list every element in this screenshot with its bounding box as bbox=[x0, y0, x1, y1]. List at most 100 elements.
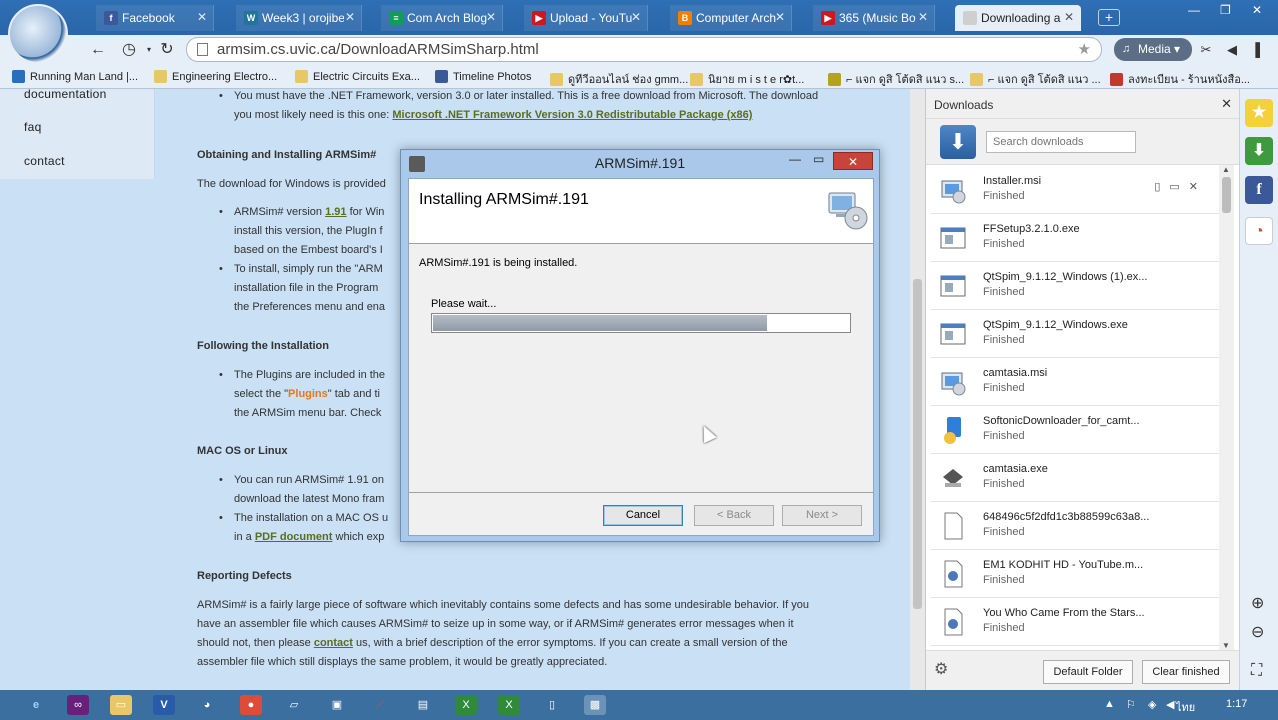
visio-icon[interactable]: V bbox=[153, 695, 175, 715]
tab-close-icon[interactable]: ✕ bbox=[1064, 10, 1074, 24]
zoom-out-icon[interactable]: ⊖ bbox=[1251, 622, 1264, 642]
pdf-document-link[interactable]: PDF document bbox=[255, 531, 333, 543]
clear-finished-button[interactable]: Clear finished bbox=[1142, 660, 1230, 684]
search-downloads-input[interactable] bbox=[986, 131, 1136, 153]
folder-icon[interactable]: ▱ bbox=[283, 695, 305, 715]
download-filename[interactable]: EM1 KODHIT HD - YouTube.m... bbox=[983, 559, 1153, 571]
internet-explorer-icon[interactable]: e bbox=[25, 695, 47, 715]
downloads-scrollbar[interactable]: ▲ ▼ bbox=[1219, 165, 1234, 650]
bookmark-item[interactable]: ⌐ แจก ดูสิ โต้ดสิ แนว s... bbox=[828, 70, 964, 88]
reload-button[interactable]: ↻ bbox=[156, 39, 178, 61]
downloads-close-button[interactable]: ✕ bbox=[1221, 96, 1232, 112]
download-item[interactable]: EM1 KODHIT HD - YouTube.m... Finished bbox=[931, 550, 1219, 598]
download-item[interactable]: You Who Came From the Stars... Finished bbox=[931, 598, 1219, 646]
tab-close-icon[interactable]: ✕ bbox=[918, 10, 928, 24]
bookmark-item[interactable]: ⌐ แจก ดูสิ โต้ดสิ แนว ... bbox=[970, 70, 1101, 88]
downloads-sidebar-icon[interactable]: ⬇ bbox=[1245, 137, 1273, 165]
download-filename[interactable]: camtasia.msi bbox=[983, 367, 1153, 379]
tab-close-icon[interactable]: ✕ bbox=[631, 10, 641, 24]
scroll-up-icon[interactable]: ▲ bbox=[1222, 165, 1230, 174]
download-filename[interactable]: Installer.msi bbox=[983, 175, 1153, 187]
browser-logo-icon[interactable] bbox=[8, 4, 68, 64]
history-button[interactable]: ◷ bbox=[118, 39, 140, 61]
notepad-icon[interactable]: ▯ bbox=[541, 695, 563, 715]
volume-icon[interactable]: ◀ bbox=[1224, 42, 1240, 58]
tray-flag-icon[interactable]: ⚐ bbox=[1126, 698, 1136, 711]
nav-link-faq[interactable]: faq bbox=[24, 120, 42, 134]
bookmark-item[interactable]: Timeline Photos bbox=[435, 70, 531, 83]
download-item[interactable]: camtasia.exe Finished bbox=[931, 454, 1219, 502]
nav-link-contact[interactable]: contact bbox=[24, 154, 65, 168]
fullscreen-icon[interactable]: ⛶ bbox=[1251, 662, 1262, 680]
download-filename[interactable]: You Who Came From the Stars... bbox=[983, 607, 1153, 619]
download-item[interactable]: camtasia.msi Finished bbox=[931, 358, 1219, 406]
minimize-window-button[interactable]: — bbox=[1188, 3, 1200, 17]
favorites-star-icon[interactable]: ★ bbox=[1245, 99, 1273, 127]
bookmark-item[interactable]: ดูทีวีออนไลน์ ช่อง gmm... bbox=[550, 70, 688, 88]
tab[interactable]: B Computer Arch ✕ bbox=[670, 5, 792, 31]
next-button[interactable]: Next > bbox=[782, 505, 862, 526]
contact-link[interactable]: contact bbox=[314, 637, 353, 649]
bookmark-star-icon[interactable]: ★ bbox=[1078, 38, 1091, 61]
open-folder-icon[interactable]: ▭ bbox=[1169, 181, 1188, 193]
dialog-minimize-button[interactable]: — bbox=[789, 152, 801, 166]
dotnet-download-link[interactable]: Microsoft .NET Framework Version 3.0 Red… bbox=[392, 109, 752, 121]
visual-studio-icon[interactable]: ∞ bbox=[67, 695, 89, 715]
maximize-window-button[interactable]: ❐ bbox=[1220, 3, 1231, 17]
tab[interactable]: f Facebook ✕ bbox=[96, 5, 214, 31]
download-filename[interactable]: QtSpim_9.1.12_Windows (1).ex... bbox=[983, 271, 1153, 283]
tab[interactable]: W Week3 | orojibe ✕ bbox=[236, 5, 362, 31]
page-scrollbar[interactable] bbox=[910, 89, 925, 690]
page-scrollbar-thumb[interactable] bbox=[913, 279, 922, 609]
download-item[interactable]: FFSetup3.2.1.0.exe Finished bbox=[931, 214, 1219, 262]
open-file-icon[interactable]: ▯ bbox=[1154, 181, 1169, 193]
address-bar[interactable]: armsim.cs.uvic.ca/DownloadARMSimSharp.ht… bbox=[186, 37, 1102, 62]
tab[interactable]: ▶ 365 (Music Bo ✕ bbox=[813, 5, 935, 31]
installer-taskbar-icon[interactable]: ▩ bbox=[584, 695, 606, 715]
download-filename[interactable]: SoftonicDownloader_for_camt... bbox=[983, 415, 1153, 427]
scroll-down-icon[interactable]: ▼ bbox=[1222, 641, 1230, 650]
facebook-icon[interactable]: f bbox=[1245, 176, 1273, 204]
close-window-button[interactable]: ✕ bbox=[1252, 3, 1262, 17]
excel-icon-2[interactable]: X bbox=[498, 695, 520, 715]
gear-icon[interactable]: ⚙ bbox=[934, 659, 948, 679]
browser-taskbar-icon[interactable]: ◕ bbox=[196, 695, 218, 715]
tray-clock[interactable]: 1:17 bbox=[1226, 698, 1247, 710]
download-filename[interactable]: 648496c5f2dfd1c3b88599c63a8... bbox=[983, 511, 1153, 523]
tab-close-icon[interactable]: ✕ bbox=[345, 10, 355, 24]
downloads-scrollbar-thumb[interactable] bbox=[1222, 177, 1231, 213]
excel-icon[interactable]: X bbox=[455, 695, 477, 715]
tab[interactable]: ≡ Com Arch Blog ✕ bbox=[381, 5, 503, 31]
dialog-maximize-button[interactable]: ▭ bbox=[813, 152, 824, 166]
armsim-version-link[interactable]: 1.91 bbox=[325, 206, 346, 218]
bookmark-item[interactable]: นิยาย m i s t e r✿t... bbox=[690, 70, 804, 88]
download-item[interactable]: QtSpim_9.1.12_Windows (1).ex... Finished bbox=[931, 262, 1219, 310]
download-filename[interactable]: QtSpim_9.1.12_Windows.exe bbox=[983, 319, 1153, 331]
tray-arrow-icon[interactable]: ▲ bbox=[1104, 698, 1115, 710]
back-button-dialog[interactable]: < Back bbox=[694, 505, 774, 526]
menu-icon[interactable]: ▌ bbox=[1252, 42, 1268, 58]
app-icon-1[interactable]: ▣ bbox=[326, 695, 348, 715]
app-icon-2[interactable]: ⟋ bbox=[369, 695, 391, 715]
tray-volume-icon[interactable]: ◀ bbox=[1166, 698, 1174, 711]
bookmark-item[interactable]: Engineering Electro... bbox=[154, 70, 277, 83]
dialog-close-button[interactable]: ✕ bbox=[833, 152, 873, 170]
cancel-button[interactable]: Cancel bbox=[603, 505, 683, 526]
download-item[interactable]: 648496c5f2dfd1c3b88599c63a8... Finished bbox=[931, 502, 1219, 550]
tab-close-icon[interactable]: ✕ bbox=[197, 10, 207, 24]
remove-download-icon[interactable]: ✕ bbox=[1189, 181, 1207, 193]
tab-close-icon[interactable]: ✕ bbox=[486, 10, 496, 24]
bookmark-item[interactable]: Electric Circuits Exa... bbox=[295, 70, 420, 83]
tab[interactable]: ▶ Upload - YouTu ✕ bbox=[524, 5, 648, 31]
download-item[interactable]: SoftonicDownloader_for_camt... Finished bbox=[931, 406, 1219, 454]
bookmark-item[interactable]: Running Man Land |... bbox=[12, 70, 138, 83]
app-icon-3[interactable]: ▤ bbox=[412, 695, 434, 715]
tab[interactable]: Downloading a ✕ bbox=[955, 5, 1081, 31]
media-button[interactable]: ♫ Media ▾ bbox=[1114, 38, 1192, 61]
chrome-icon[interactable]: ● bbox=[240, 695, 262, 715]
tools-icon[interactable]: ✂ bbox=[1198, 42, 1214, 58]
download-item[interactable]: Installer.msi Finished ▯▭✕ bbox=[931, 166, 1219, 214]
tray-network-icon[interactable]: ◈ bbox=[1148, 698, 1156, 711]
download-filename[interactable]: camtasia.exe bbox=[983, 463, 1153, 475]
new-tab-button[interactable]: + bbox=[1098, 9, 1120, 26]
